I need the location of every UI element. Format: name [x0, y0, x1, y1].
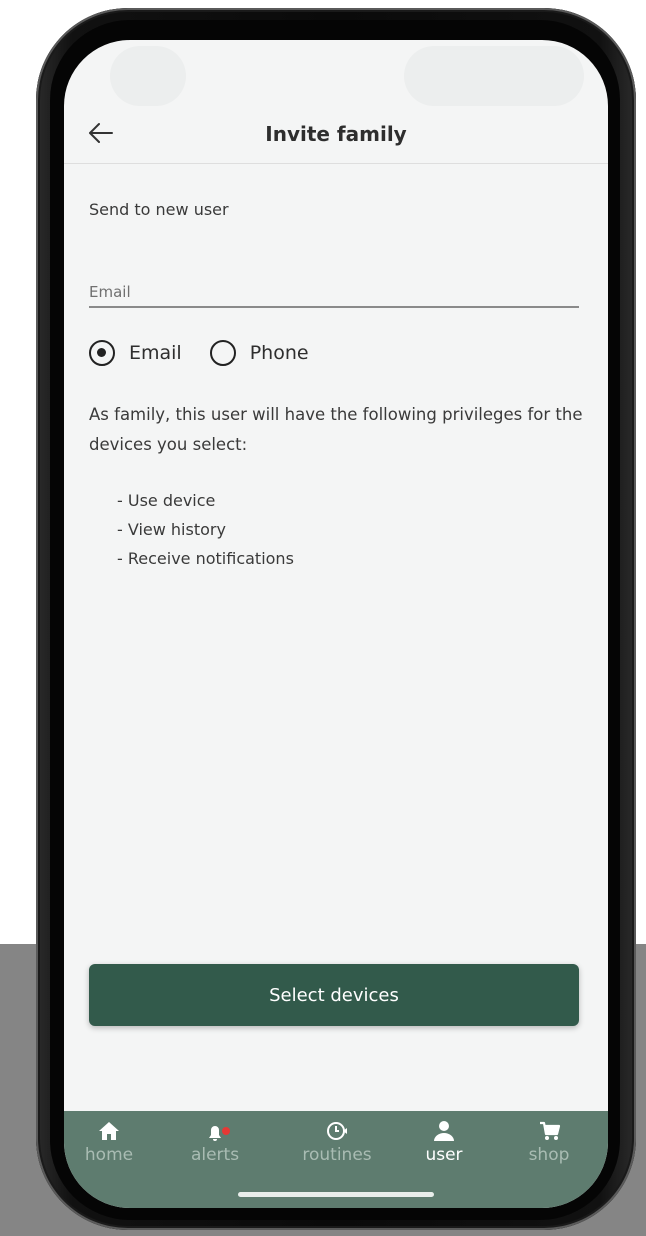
bell-icon [209, 1126, 230, 1141]
privilege-item: - Use device [117, 491, 216, 510]
radio-label-phone: Phone [249, 342, 309, 364]
phone-screen: Invite family Send to new user Email Pho… [64, 40, 608, 1208]
status-bar-right [404, 46, 584, 106]
clock-icon [327, 1122, 347, 1140]
select-devices-button[interactable]: Select devices [89, 964, 579, 1026]
privileges-list: - Use device - View history - Receive no… [117, 486, 517, 573]
home-icon [99, 1122, 119, 1140]
status-bar-left [110, 46, 186, 106]
email-input[interactable] [89, 278, 579, 308]
radio-option-phone[interactable]: Phone [209, 340, 309, 366]
tab-user[interactable]: user [399, 1119, 489, 1175]
tab-label-alerts: alerts [190, 1145, 240, 1165]
tab-label-routines: routines [302, 1145, 372, 1165]
privilege-item: - Receive notifications [117, 549, 294, 568]
tab-label-user: user [425, 1145, 463, 1165]
page-title: Invite family [265, 122, 407, 146]
radio-unchecked-icon[interactable] [209, 340, 236, 366]
tab-shop[interactable]: shop [504, 1119, 594, 1175]
home-indicator[interactable] [238, 1192, 434, 1197]
tab-home[interactable]: home [64, 1119, 154, 1175]
cart-icon [540, 1121, 561, 1140]
radio-option-email[interactable]: Email [89, 340, 182, 366]
radio-label-email: Email [129, 342, 182, 364]
user-icon [434, 1121, 454, 1141]
privileges-description: As family, this user will have the follo… [89, 405, 583, 454]
app-header: Invite family [64, 102, 608, 164]
send-to-label: Send to new user [89, 200, 229, 219]
tab-alerts[interactable]: alerts [170, 1119, 260, 1175]
radio-checked-icon[interactable] [89, 340, 115, 366]
tab-routines[interactable]: routines [287, 1119, 387, 1175]
tab-label-home: home [84, 1145, 134, 1165]
contact-method-radio-group: Email Phone [89, 338, 337, 368]
tab-label-shop: shop [528, 1145, 570, 1165]
privilege-item: - View history [117, 520, 226, 539]
